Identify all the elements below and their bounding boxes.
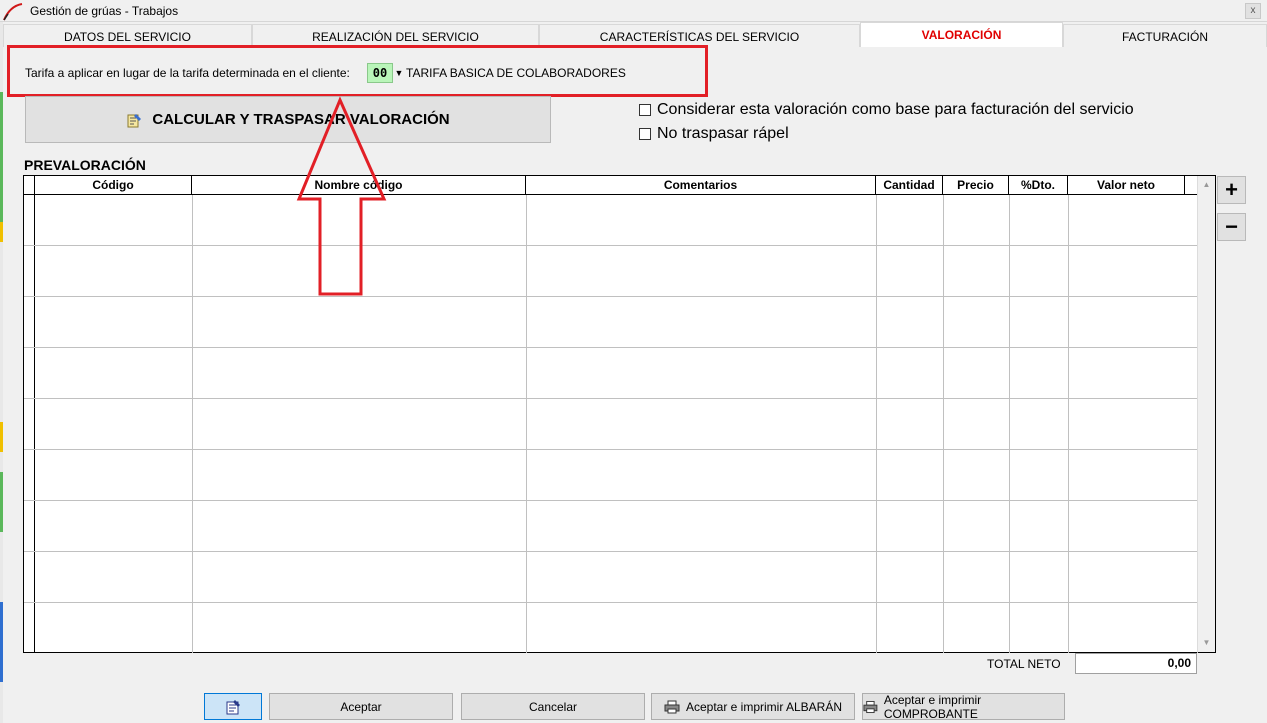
table-row[interactable] [24, 245, 1197, 246]
scroll-down-icon[interactable]: ▼ [1198, 635, 1215, 651]
col-divider [943, 195, 944, 653]
tab-bar: DATOS DEL SERVICIO REALIZACIÓN DEL SERVI… [3, 22, 1267, 47]
col-divider [1009, 195, 1010, 653]
table-row[interactable] [24, 398, 1197, 399]
table-row[interactable] [24, 449, 1197, 450]
notepad-button[interactable] [204, 693, 262, 720]
tab-facturacion[interactable]: FACTURACIÓN [1063, 24, 1267, 47]
table-row[interactable] [24, 551, 1197, 552]
calcular-traspasar-label: CALCULAR Y TRASPASAR VALORACIÓN [152, 111, 450, 128]
calcular-traspasar-button[interactable]: CALCULAR Y TRASPASAR VALORACIÓN [25, 96, 551, 143]
grid-scrollbar[interactable]: ▲ ▼ [1197, 176, 1215, 652]
tab-caracteristicas-servicio[interactable]: CARACTERÍSTICAS DEL SERVICIO [539, 24, 860, 47]
col-header-precio[interactable]: Precio [943, 176, 1009, 195]
close-button[interactable]: x [1245, 3, 1261, 19]
aceptar-imprimir-albaran-label: Aceptar e imprimir ALBARÁN [685, 699, 843, 714]
tab-valoracion[interactable]: VALORACIÓN [860, 22, 1063, 47]
no-rapel-label: No traspasar rápel [657, 125, 789, 142]
col-divider [526, 195, 527, 653]
col-header-dto[interactable]: %Dto. [1009, 176, 1068, 195]
col-header-codigo[interactable]: Código [35, 176, 192, 195]
aceptar-imprimir-comprobante-button[interactable]: Aceptar e imprimir COMPROBANTE [862, 692, 1065, 721]
checkbox-box[interactable] [639, 104, 651, 116]
table-row[interactable] [24, 602, 1197, 603]
grid-header: Código Nombre código Comentarios Cantida… [24, 176, 1197, 195]
base-facturacion-label: Considerar esta valoración como base par… [657, 101, 1134, 118]
app-logo-icon [3, 3, 23, 21]
left-edge [0, 22, 3, 723]
tab-datos-servicio[interactable]: DATOS DEL SERVICIO [3, 24, 252, 47]
tarifa-label: Tarifa a aplicar en lugar de la tarifa d… [25, 66, 350, 80]
col-header-comentarios[interactable]: Comentarios [526, 176, 876, 195]
cancelar-button[interactable]: Cancelar [461, 693, 645, 720]
col-divider [876, 195, 877, 653]
tarifa-code-field[interactable]: 00 [367, 63, 393, 83]
base-facturacion-checkbox[interactable]: Considerar esta valoración como base par… [639, 101, 1134, 119]
calculator-icon [127, 113, 142, 127]
row-selector-column[interactable] [24, 176, 35, 652]
tarifa-dropdown-icon[interactable]: ▼ [394, 64, 404, 82]
col-header-valor-neto[interactable]: Valor neto [1068, 176, 1185, 195]
table-row[interactable] [24, 347, 1197, 348]
window: Gestión de grúas - Trabajos x DATOS DEL … [0, 0, 1267, 723]
window-title: Gestión de grúas - Trabajos [30, 4, 179, 18]
prevaloracion-title: PREVALORACIÓN [24, 157, 146, 173]
tarifa-name: TARIFA BASICA DE COLABORADORES [406, 66, 626, 80]
checkbox-box[interactable] [639, 128, 651, 140]
col-header-cantidad[interactable]: Cantidad [876, 176, 943, 195]
title-bar: Gestión de grúas - Trabajos x [0, 0, 1267, 22]
printer-icon [664, 700, 680, 713]
scroll-up-icon[interactable]: ▲ [1198, 177, 1215, 193]
table-row[interactable] [24, 500, 1197, 501]
add-row-button[interactable]: + [1217, 176, 1246, 204]
col-divider [192, 195, 193, 653]
col-divider [1068, 195, 1069, 653]
aceptar-imprimir-comprobante-label: Aceptar e imprimir COMPROBANTE [883, 692, 982, 721]
total-neto-label: TOTAL NETO [987, 657, 1061, 671]
table-row[interactable] [24, 296, 1197, 297]
aceptar-button[interactable]: Aceptar [269, 693, 453, 720]
tab-realizacion-servicio[interactable]: REALIZACIÓN DEL SERVICIO [252, 24, 539, 47]
prevaloracion-grid[interactable]: Código Nombre código Comentarios Cantida… [23, 175, 1216, 653]
notepad-icon [226, 699, 240, 714]
aceptar-imprimir-albaran-button[interactable]: Aceptar e imprimir ALBARÁN [651, 693, 855, 720]
printer-icon [863, 700, 878, 713]
total-neto-value: 0,00 [1075, 653, 1197, 674]
no-rapel-checkbox[interactable]: No traspasar rápel [639, 125, 789, 143]
col-header-nombre-codigo[interactable]: Nombre código [192, 176, 526, 195]
remove-row-button[interactable]: − [1217, 213, 1246, 241]
